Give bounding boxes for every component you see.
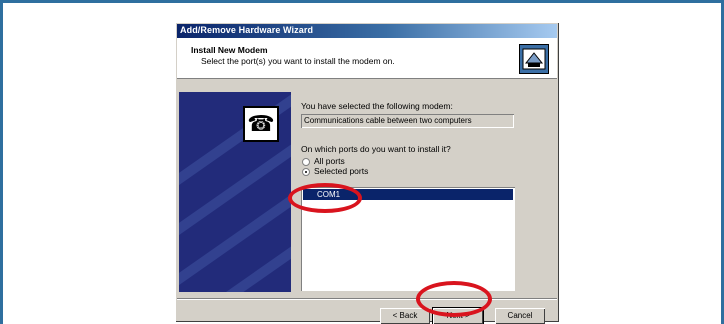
screenshot-frame: Add/Remove Hardware Wizard Install New M… bbox=[0, 0, 724, 324]
com1-highlight-ring bbox=[288, 183, 362, 213]
window-title: Add/Remove Hardware Wizard bbox=[180, 25, 314, 35]
back-button[interactable]: < Back bbox=[380, 308, 430, 324]
selected-modem-label: You have selected the following modem: bbox=[301, 101, 453, 111]
all-ports-radio[interactable] bbox=[302, 158, 310, 166]
all-ports-label[interactable]: All ports bbox=[314, 156, 345, 166]
header-title: Install New Modem bbox=[191, 45, 268, 55]
next-highlight-ring bbox=[416, 281, 492, 317]
wizard-dialog: Add/Remove Hardware Wizard Install New M… bbox=[175, 22, 559, 324]
selected-ports-radio[interactable] bbox=[302, 168, 310, 176]
cancel-button[interactable]: Cancel bbox=[495, 308, 545, 324]
modem-wizard-icon bbox=[519, 44, 549, 74]
button-divider bbox=[177, 298, 557, 300]
wizard-side-graphic: ☎ bbox=[179, 92, 291, 292]
wizard-header: Install New Modem Select the port(s) you… bbox=[177, 38, 557, 79]
telephone-icon: ☎ bbox=[243, 106, 279, 142]
header-subtitle: Select the port(s) you want to install t… bbox=[201, 56, 395, 66]
port-question: On which ports do you want to install it… bbox=[301, 144, 451, 154]
selected-ports-label[interactable]: Selected ports bbox=[314, 166, 368, 176]
title-bar[interactable]: Add/Remove Hardware Wizard bbox=[177, 24, 557, 38]
modem-name-field: Communications cable between two compute… bbox=[301, 114, 514, 128]
